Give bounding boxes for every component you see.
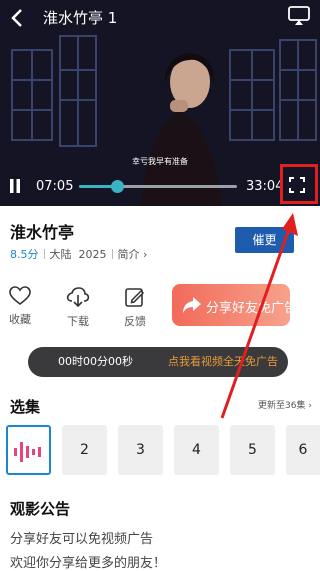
show-year: 2025	[78, 248, 107, 261]
playing-bars-icon	[13, 442, 41, 462]
episode-1-playing[interactable]	[6, 425, 51, 475]
show-region: 大陆	[49, 248, 72, 261]
download-button[interactable]: 下载	[58, 286, 98, 329]
current-time: 07:05	[36, 179, 74, 194]
share-label: 分享好友免广告	[206, 301, 298, 316]
progress-slider[interactable]	[79, 180, 237, 193]
cloud-download-icon	[66, 287, 90, 308]
episode-item[interactable]: 3	[118, 425, 163, 475]
feedback-edit-icon	[125, 288, 145, 307]
video-player[interactable]: 淮水竹亭 1 幸亏我早有准备 07:05 33:04	[0, 0, 320, 206]
total-duration: 33:04	[246, 179, 284, 194]
episode-item[interactable]: 4	[174, 425, 219, 475]
feedback-label: 反馈	[124, 315, 146, 328]
feedback-button[interactable]: 反馈	[115, 286, 155, 329]
divider	[111, 249, 113, 259]
video-title: 淮水竹亭 1	[43, 9, 118, 27]
intro-link[interactable]: 简介 ›	[118, 248, 148, 261]
share-arrow-icon	[183, 297, 201, 313]
player-controls: 07:05 33:04	[0, 172, 320, 202]
back-arrow-icon[interactable]	[6, 6, 30, 30]
ad-watch-link[interactable]: 点我看视频全天免广告	[168, 347, 278, 377]
favorite-label: 收藏	[9, 313, 31, 326]
episode-item[interactable]: 5	[230, 425, 275, 475]
episode-item[interactable]: 2	[62, 425, 107, 475]
episodes-heading: 选集	[10, 398, 41, 416]
pause-icon[interactable]	[8, 178, 22, 194]
notice-heading: 观影公告	[10, 500, 71, 518]
show-score: 8.5分	[10, 248, 39, 261]
share-free-ad-button[interactable]: 分享好友免广告	[172, 284, 297, 326]
episode-item[interactable]: 6	[286, 425, 320, 475]
fullscreen-highlight-box	[280, 164, 318, 204]
notice-line: 分享好友可以免视频广告	[10, 532, 154, 547]
notice-line: 欢迎你分享给更多的朋友！	[10, 556, 167, 571]
divider	[43, 249, 45, 259]
download-label: 下载	[67, 315, 89, 328]
show-title: 淮水竹亭	[10, 223, 75, 242]
video-subtitle: 幸亏我早有准备	[132, 157, 188, 166]
favorite-button[interactable]: 收藏	[0, 286, 40, 327]
urge-update-button[interactable]: 催更	[235, 227, 294, 253]
episodes-more-link[interactable]: 更新至36集 ›	[258, 398, 312, 411]
heart-icon	[9, 286, 31, 306]
ad-free-banner[interactable]: 00时00分00秒 点我看视频全天免广告	[28, 347, 288, 377]
cast-screen-icon[interactable]	[288, 6, 310, 26]
show-meta: 8.5分 大陆 2025 简介 ›	[10, 246, 147, 262]
ad-timer: 00时00分00秒	[58, 355, 133, 368]
progress-handle[interactable]	[110, 180, 124, 193]
